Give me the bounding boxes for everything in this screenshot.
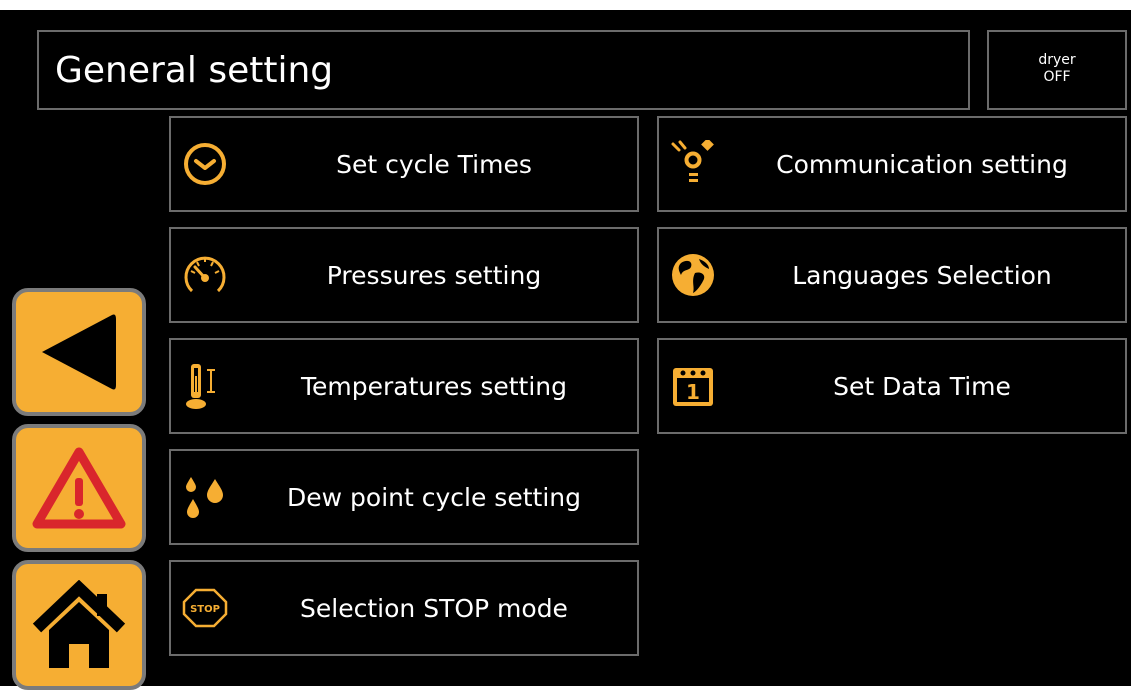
menu-item-label: Languages Selection: [792, 260, 1052, 290]
dryer-status: dryer OFF: [987, 30, 1127, 110]
home-button[interactable]: [12, 560, 146, 690]
menu-item-label: Communication setting: [776, 149, 1068, 179]
status-label: dryer: [1038, 52, 1076, 68]
home-icon: [32, 580, 126, 668]
temperatures-setting-button[interactable]: Temperatures setting: [169, 338, 639, 434]
menu-item-label: Selection STOP mode: [300, 593, 568, 623]
thermometer-icon: [186, 364, 215, 409]
back-button[interactable]: [12, 288, 146, 416]
drops-icon: [186, 477, 223, 518]
set-cycle-times-button[interactable]: Set cycle Times: [169, 116, 639, 212]
calendar-icon: 1: [673, 368, 713, 406]
warning-icon: [32, 447, 126, 529]
page-title: General setting: [55, 50, 334, 91]
menu-item-label: Set cycle Times: [336, 149, 532, 179]
dew-point-cycle-setting-button[interactable]: Dew point cycle setting: [169, 449, 639, 545]
status-value: OFF: [1043, 69, 1071, 85]
gauge-icon: [184, 256, 226, 293]
menu-item-label: Temperatures setting: [300, 371, 567, 401]
menu-item-label: Set Data Time: [833, 371, 1011, 401]
pressures-setting-button[interactable]: Pressures setting: [169, 227, 639, 323]
selection-stop-mode-button[interactable]: STOP Selection STOP mode: [169, 560, 639, 656]
stop-sign-icon: STOP: [182, 588, 228, 628]
clock-icon: [184, 143, 226, 185]
stop-icon-text: STOP: [190, 604, 220, 615]
menu-item-label: Dew point cycle setting: [287, 482, 581, 512]
alarm-button[interactable]: [12, 424, 146, 552]
set-data-time-button[interactable]: 1 Set Data Time: [657, 338, 1127, 434]
globe-icon: [672, 254, 714, 296]
calendar-day-text: 1: [686, 380, 700, 404]
languages-selection-button[interactable]: Languages Selection: [657, 227, 1127, 323]
title-bar: General setting: [37, 30, 970, 110]
menu-item-label: Pressures setting: [326, 260, 542, 290]
communication-setting-button[interactable]: Communication setting: [657, 116, 1127, 212]
app-screen: General setting dryer OFF Set cycle Time…: [0, 10, 1131, 690]
communication-icon: [671, 140, 714, 182]
back-arrow-icon: [42, 314, 116, 390]
